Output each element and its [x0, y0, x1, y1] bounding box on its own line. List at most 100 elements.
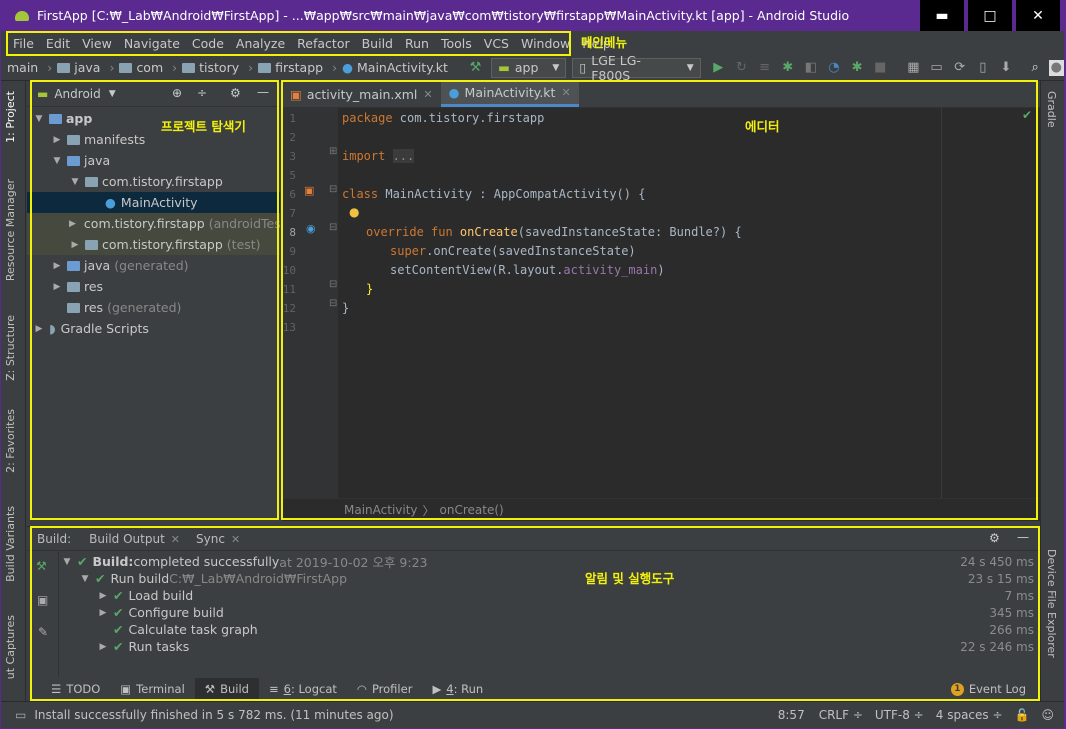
status-message[interactable]: Install successfully finished in 5 s 782… [34, 708, 393, 722]
hammer-build-icon[interactable]: ⚒ [36, 559, 47, 573]
chevron-down-icon[interactable]: ▼ [109, 89, 116, 99]
minimize-button[interactable]: ▬ [920, 0, 964, 31]
build-row-run-tasks[interactable]: ▶ ✔ Run tasks 22 s 246 ms [97, 638, 1040, 655]
collapsed-arrow-icon[interactable]: ▶ [69, 240, 81, 250]
menu-file[interactable]: File [13, 36, 34, 51]
project-structure-icon[interactable]: ▦ [904, 58, 923, 78]
tree-item-android-test[interactable]: ▶ com.tistory.firstapp (androidTest) [27, 213, 291, 234]
tab-sync[interactable]: Sync ✕ [196, 532, 240, 546]
pin-icon[interactable]: ✎ [38, 625, 48, 639]
gear-icon[interactable]: ⚙ [230, 86, 241, 100]
hide-icon[interactable]: — [1017, 530, 1029, 544]
tab-event-log[interactable]: 1 Event Log [941, 678, 1036, 700]
collapsed-arrow-icon[interactable]: ▶ [51, 261, 63, 271]
run-config-select[interactable]: ▬ app ▼ [491, 57, 567, 78]
collapsed-arrow-icon[interactable]: ▶ [51, 282, 63, 292]
debug-icon[interactable]: ✱ [778, 58, 797, 78]
tree-item-res-generated[interactable]: res (generated) [27, 297, 280, 318]
tab-logcat[interactable]: ≡ 6: Logcat [259, 678, 347, 700]
tab-resource-manager[interactable]: Resource Manager [4, 179, 17, 281]
device-select[interactable]: ▯ LGE LG-F800S ▼ [572, 53, 701, 83]
breadcrumb-method[interactable]: onCreate() [440, 503, 504, 517]
breadcrumb-com[interactable]: com [119, 60, 163, 75]
tab-profiler[interactable]: ◠ Profiler [347, 678, 423, 700]
collapse-all-icon[interactable]: ÷ [197, 86, 207, 100]
build-row-configure[interactable]: ▶ ✔ Configure build 345 ms [97, 604, 1040, 621]
collapsed-arrow-icon[interactable]: ▶ [69, 219, 76, 229]
menu-navigate[interactable]: Navigate [124, 36, 180, 51]
tab-activity-main-xml[interactable]: ▣ activity_main.xml ✕ [282, 81, 441, 107]
caret-position[interactable]: 8:57 [778, 708, 805, 722]
close-button[interactable]: ✕ [1016, 0, 1060, 31]
menu-refactor[interactable]: Refactor [297, 36, 349, 51]
collapsed-arrow-icon[interactable]: ▶ [33, 324, 45, 334]
tab-layout-captures[interactable]: ut Captures [4, 615, 17, 679]
project-view-select[interactable]: Android [54, 87, 100, 101]
collapsed-arrow-icon[interactable]: ▶ [51, 135, 63, 145]
target-icon[interactable]: ⊕ [172, 86, 182, 100]
indent-select[interactable]: 4 spaces ÷ [936, 708, 1003, 722]
tab-run[interactable]: ▶ 4: Run [422, 678, 493, 700]
expanded-arrow-icon[interactable]: ▼ [69, 177, 81, 187]
tab-mainactivity-kt[interactable]: ● MainActivity.kt ✕ [440, 81, 579, 107]
menu-analyze[interactable]: Analyze [236, 36, 285, 51]
avatar[interactable]: ● [1048, 59, 1064, 76]
menu-window[interactable]: Window [521, 36, 570, 51]
tab-build-variants[interactable]: Build Variants [4, 506, 17, 582]
breadcrumb-main[interactable]: main [7, 60, 38, 75]
build-row-load[interactable]: ▶ ✔ Load build 7 ms [97, 587, 1040, 604]
toggle-view-icon[interactable]: ▣ [37, 593, 48, 607]
lock-icon[interactable]: 🔓 [1015, 708, 1030, 722]
tab-todo[interactable]: ☰ TODO [41, 678, 110, 700]
apply-changes-icon[interactable]: ↻ [732, 58, 751, 78]
menu-code[interactable]: Code [192, 36, 224, 51]
tree-item-java[interactable]: ▼ java [27, 150, 280, 171]
sdk-manager-icon[interactable]: ⬇ [996, 58, 1015, 78]
build-row-run-build[interactable]: ▼ ✔ Run build C:₩_Lab₩Android₩FirstApp 23 s… [79, 570, 1040, 587]
tree-item-res[interactable]: ▶ res [27, 276, 280, 297]
tab-build-output[interactable]: Build Output ✕ [89, 532, 180, 546]
encoding-select[interactable]: UTF-8 ÷ [875, 708, 924, 722]
breadcrumb-firstapp[interactable]: firstapp [258, 60, 323, 75]
hammer-build-icon[interactable]: ⚒ [466, 58, 485, 78]
tree-item-package[interactable]: ▼ com.tistory.firstapp [27, 171, 280, 192]
avd-manager-icon[interactable]: ▯ [973, 58, 992, 78]
close-tab-icon[interactable]: ✕ [561, 86, 570, 99]
breadcrumb-mainactivity[interactable]: ● MainActivity.kt [342, 60, 448, 75]
line-separator-select[interactable]: CRLF ÷ [819, 708, 863, 722]
menu-build[interactable]: Build [362, 36, 393, 51]
run-icon[interactable]: ▶ [709, 58, 728, 78]
expanded-arrow-icon[interactable]: ▼ [51, 156, 63, 166]
lightbulb-icon[interactable]: ● [349, 205, 359, 219]
search-icon[interactable]: ⌕ [1026, 58, 1045, 78]
tab-project[interactable]: 1: Project [4, 91, 17, 143]
tree-item-test[interactable]: ▶ com.tistory.firstapp (test) [27, 234, 280, 255]
tab-favorites[interactable]: 2: Favorites [4, 409, 17, 473]
hector-icon[interactable]: ☺ [1041, 708, 1054, 722]
toggle-tool-windows-icon[interactable]: ▭ [15, 708, 26, 722]
attach-debugger-icon[interactable]: ◧ [801, 58, 820, 78]
tab-build[interactable]: ⚒ Build [194, 678, 259, 700]
tree-item-gradle-scripts[interactable]: ▶ ◗ Gradle Scripts [27, 318, 280, 339]
coverage-icon[interactable]: ✱ [848, 58, 867, 78]
tab-gradle[interactable]: Gradle [1045, 91, 1058, 128]
apply-code-changes-icon[interactable]: ≡ [755, 58, 774, 78]
layout-inspector-icon[interactable]: ▭ [927, 58, 946, 78]
tab-device-file-explorer[interactable]: Device File Explorer [1045, 549, 1058, 658]
tree-item-mainactivity[interactable]: ● MainActivity [27, 192, 280, 213]
breadcrumb-class[interactable]: MainActivity [344, 503, 418, 517]
tab-terminal[interactable]: ▣ Terminal [110, 678, 194, 700]
hide-icon[interactable]: — [257, 85, 269, 99]
breadcrumb-java[interactable]: java [57, 60, 100, 75]
menu-edit[interactable]: Edit [46, 36, 70, 51]
stop-icon[interactable]: ■ [871, 58, 890, 78]
close-tab-icon[interactable]: ✕ [423, 88, 432, 101]
tab-structure[interactable]: Z: Structure [4, 315, 17, 381]
menu-view[interactable]: View [82, 36, 112, 51]
profile-icon[interactable]: ◔ [824, 58, 843, 78]
gear-icon[interactable]: ⚙ [989, 531, 1000, 545]
tree-item-java-generated[interactable]: ▶ java (generated) [27, 255, 280, 276]
expanded-arrow-icon[interactable]: ▼ [33, 114, 45, 124]
menu-tools[interactable]: Tools [441, 36, 472, 51]
code-area[interactable]: package com.tistory.firstapp import ... … [282, 108, 1040, 498]
